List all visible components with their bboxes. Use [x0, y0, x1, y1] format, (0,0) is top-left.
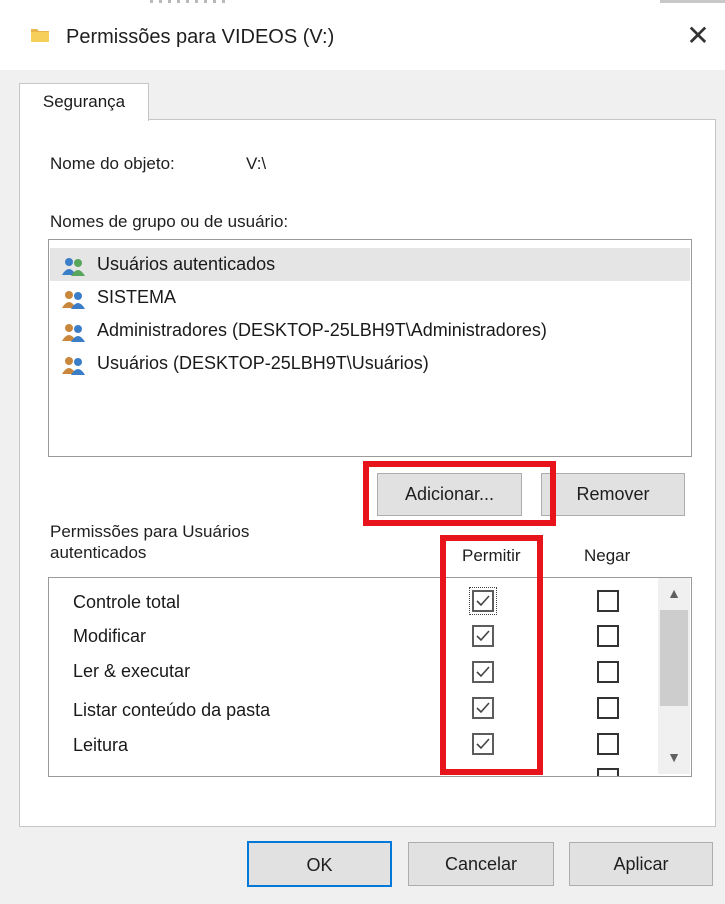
list-item-label: Usuários (DESKTOP-25LBH9T\Usuários) [97, 353, 429, 373]
allow-column-highlight [440, 535, 543, 775]
users-group-icon [61, 354, 87, 375]
folder-icon [30, 27, 50, 43]
list-item[interactable]: Usuários (DESKTOP-25LBH9T\Usuários) [50, 347, 690, 380]
deny-checkbox-partial[interactable] [597, 768, 619, 776]
list-item[interactable]: Usuários autenticados [50, 248, 690, 281]
top-edge-hint [660, 0, 725, 3]
deny-column-header: Negar [584, 546, 631, 565]
permissions-list[interactable]: Controle total Modificar Ler & executar … [48, 577, 692, 777]
remove-button[interactable]: Remover [541, 473, 685, 516]
groups-label: Nomes de grupo ou de usuário: [50, 212, 289, 231]
permission-label: Modificar [73, 626, 147, 646]
permission-label: Leitura [73, 735, 129, 755]
permission-row: Modificar [49, 620, 649, 654]
deny-checkbox-full-control[interactable] [597, 590, 619, 612]
users-group-icon [61, 321, 87, 342]
tab-seguranca[interactable]: Segurança [19, 83, 149, 121]
window-title: Permissões para VIDEOS (V:) [66, 26, 335, 48]
permission-row: Controle total [49, 586, 649, 620]
deny-checkbox-read[interactable] [597, 733, 619, 755]
cancel-button[interactable]: Cancelar [408, 842, 554, 886]
permission-label: Ler & executar [73, 661, 191, 681]
object-name-label: Nome do objeto: [50, 154, 175, 173]
list-item[interactable]: SISTEMA [50, 281, 690, 314]
ok-button[interactable]: OK [247, 841, 392, 887]
list-item[interactable]: Administradores (DESKTOP-25LBH9T\Adminis… [50, 314, 690, 347]
object-name-value: V:\ [246, 154, 267, 173]
list-item-label: SISTEMA [97, 287, 177, 307]
permissions-label-line2: autenticados [50, 543, 147, 562]
permission-row: Listar conteúdo da pasta [49, 694, 649, 728]
permissions-label-line1: Permissões para Usuários [50, 522, 250, 541]
close-button[interactable]: ✕ [680, 18, 716, 54]
scrollbar-thumb[interactable] [660, 610, 688, 706]
deny-checkbox-modify[interactable] [597, 625, 619, 647]
add-button-highlight [363, 461, 556, 526]
deny-checkbox-list-folder[interactable] [597, 697, 619, 719]
list-item-label: Usuários autenticados [97, 254, 276, 274]
close-icon: ✕ [686, 20, 710, 51]
scroll-down-icon[interactable]: ▼ [658, 742, 690, 772]
group-user-list[interactable]: Usuários autenticados SISTEMA Administra… [48, 239, 692, 457]
permission-label: Listar conteúdo da pasta [73, 700, 271, 720]
permission-row: Leitura [49, 729, 649, 763]
top-edge-strip [0, 0, 725, 8]
permission-row: Ler & executar [49, 655, 649, 689]
apply-button[interactable]: Aplicar [569, 842, 713, 886]
users-group-icon [61, 255, 87, 276]
scroll-up-icon[interactable]: ▲ [658, 578, 690, 608]
deny-checkbox-read-execute[interactable] [597, 661, 619, 683]
users-group-icon [61, 288, 87, 309]
list-item-label: Administradores (DESKTOP-25LBH9T\Adminis… [97, 320, 547, 340]
top-edge-dots [150, 0, 230, 3]
permission-label: Controle total [73, 592, 181, 612]
